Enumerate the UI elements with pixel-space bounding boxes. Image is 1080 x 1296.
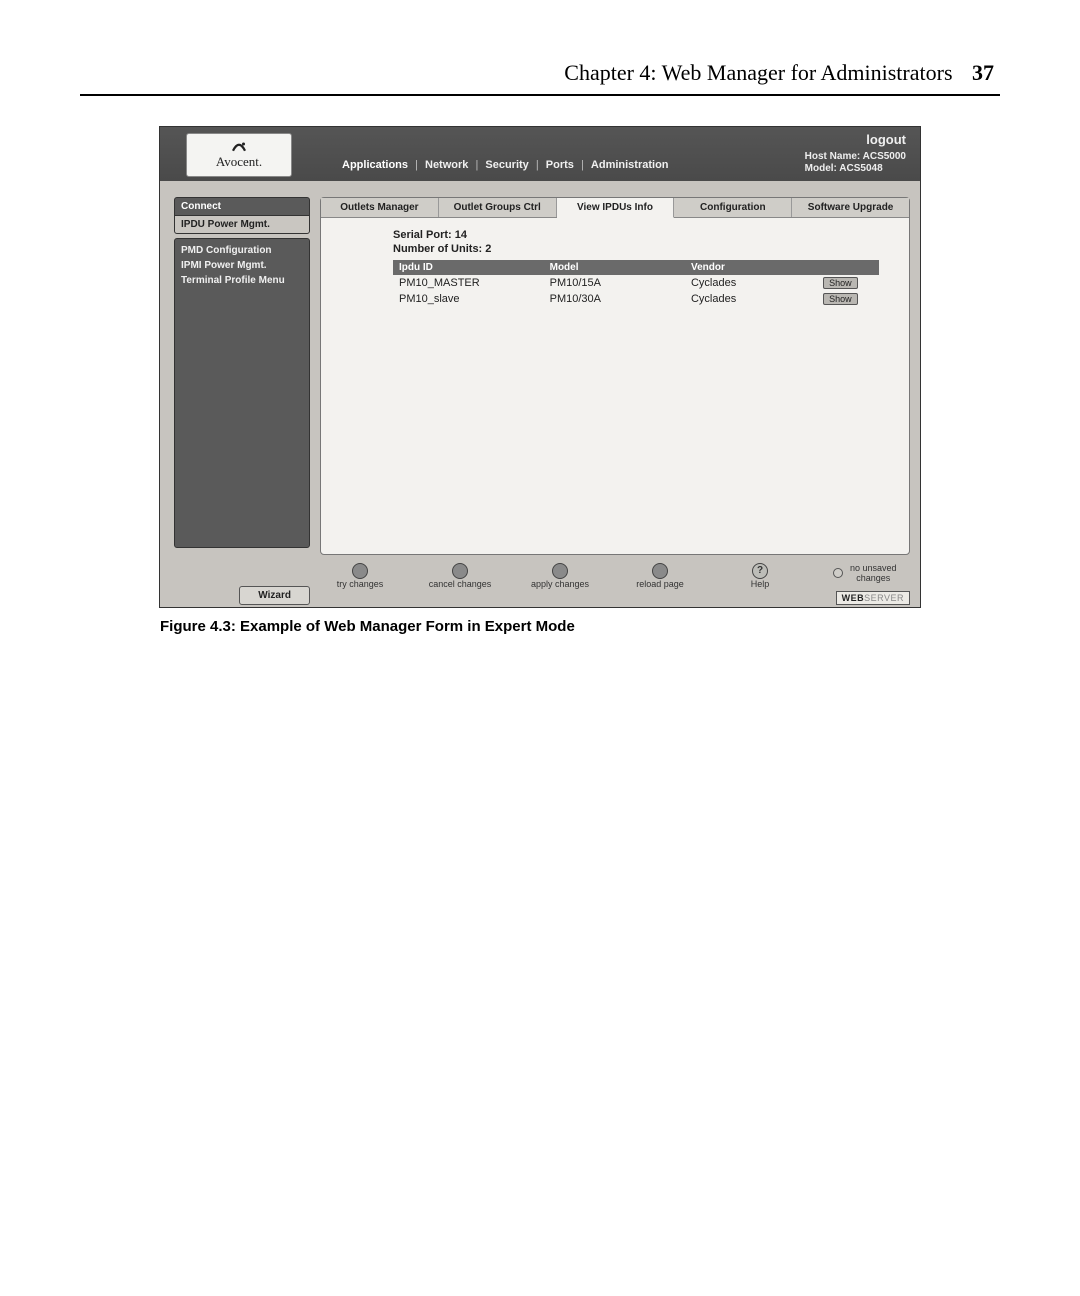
brand-text: Avocent. bbox=[216, 154, 262, 170]
brand-logo: Avocent. bbox=[186, 133, 292, 177]
tab-configuration[interactable]: Configuration bbox=[674, 198, 792, 217]
tab-view-ipdus[interactable]: View IPDUs Info bbox=[557, 198, 675, 218]
dot-icon bbox=[552, 563, 568, 579]
page-header: Chapter 4: Web Manager for Administrator… bbox=[80, 60, 1000, 86]
dot-icon bbox=[352, 563, 368, 579]
info-block: Serial Port: 14 Number of Units: 2 bbox=[321, 218, 909, 260]
sidebar-tab-connect[interactable]: Connect bbox=[174, 197, 310, 216]
main-nav: Applications | Network | Security | Port… bbox=[340, 159, 671, 171]
try-changes-button[interactable]: try changes bbox=[320, 563, 400, 589]
show-button[interactable]: Show bbox=[823, 293, 858, 305]
cell-model: PM10/30A bbox=[544, 291, 685, 307]
bottom-bar: try changes cancel changes apply changes… bbox=[320, 557, 910, 589]
dot-icon bbox=[652, 563, 668, 579]
top-bar: Avocent. logout Host Name: ACS5000 Model… bbox=[160, 127, 920, 181]
nav-applications[interactable]: Applications bbox=[342, 159, 408, 171]
tab-outlets-manager[interactable]: Outlets Manager bbox=[321, 198, 439, 217]
reload-page-button[interactable]: reload page bbox=[620, 563, 700, 589]
model-name: Model: ACS5048 bbox=[805, 163, 906, 175]
cell-id: PM10_slave bbox=[393, 291, 544, 307]
cell-vendor: Cyclades bbox=[685, 275, 817, 291]
tab-software-upgrade[interactable]: Software Upgrade bbox=[792, 198, 909, 217]
host-name: Host Name: ACS5000 bbox=[805, 151, 906, 163]
nav-administration[interactable]: Administration bbox=[591, 159, 669, 171]
table-row: PM10_slave PM10/30A Cyclades Show bbox=[393, 291, 879, 307]
ipdu-table: Ipdu ID Model Vendor PM10_MASTER PM10/15… bbox=[393, 260, 879, 307]
webserver-badge: WEBSERVER bbox=[836, 591, 910, 605]
units-label: Number of Units: 2 bbox=[393, 242, 909, 256]
cell-id: PM10_MASTER bbox=[393, 275, 544, 291]
apply-changes-button[interactable]: apply changes bbox=[520, 563, 600, 589]
figure-caption: Figure 4.3: Example of Web Manager Form … bbox=[160, 618, 575, 635]
header-rule bbox=[80, 94, 1000, 96]
sidebar-item-ipmi[interactable]: IPMI Power Mgmt. bbox=[181, 258, 303, 273]
help-icon: ? bbox=[752, 563, 768, 579]
page-number: 37 bbox=[972, 60, 994, 85]
nav-security[interactable]: Security bbox=[485, 159, 528, 171]
table-row: PM10_MASTER PM10/15A Cyclades Show bbox=[393, 275, 879, 291]
serial-port-label: Serial Port: 14 bbox=[393, 228, 909, 242]
cell-vendor: Cyclades bbox=[685, 291, 817, 307]
help-button[interactable]: ? Help bbox=[720, 563, 800, 589]
status-dot-icon bbox=[833, 568, 843, 578]
table-header: Ipdu ID Model Vendor bbox=[393, 260, 879, 275]
tab-outlet-groups[interactable]: Outlet Groups Ctrl bbox=[439, 198, 557, 217]
nav-network[interactable]: Network bbox=[425, 159, 468, 171]
show-button[interactable]: Show bbox=[823, 277, 858, 289]
col-ipdu-id: Ipdu ID bbox=[393, 260, 544, 275]
chapter-title: Chapter 4: Web Manager for Administrator… bbox=[564, 60, 952, 85]
dot-icon bbox=[452, 563, 468, 579]
logo-icon bbox=[230, 140, 248, 154]
wizard-button[interactable]: Wizard bbox=[239, 586, 310, 605]
col-model: Model bbox=[544, 260, 685, 275]
sidebar-tab-ipdu[interactable]: IPDU Power Mgmt. bbox=[174, 215, 310, 234]
col-vendor: Vendor bbox=[685, 260, 817, 275]
logout-link[interactable]: logout bbox=[866, 132, 906, 147]
cell-model: PM10/15A bbox=[544, 275, 685, 291]
sidebar-item-terminal[interactable]: Terminal Profile Menu bbox=[181, 273, 303, 288]
screenshot: Avocent. logout Host Name: ACS5000 Model… bbox=[159, 126, 921, 608]
subtab-bar: Outlets Manager Outlet Groups Ctrl View … bbox=[321, 198, 909, 218]
host-info: Host Name: ACS5000 Model: ACS5048 bbox=[805, 151, 906, 175]
sidebar-item-pmd[interactable]: PMD Configuration bbox=[181, 243, 303, 258]
sidebar-panel: PMD Configuration IPMI Power Mgmt. Termi… bbox=[174, 238, 310, 548]
unsaved-status: no unsaved changes bbox=[820, 563, 910, 583]
content-area: Outlets Manager Outlet Groups Ctrl View … bbox=[320, 197, 910, 555]
sidebar: Connect IPDU Power Mgmt. PMD Configurati… bbox=[174, 197, 310, 605]
nav-ports[interactable]: Ports bbox=[546, 159, 574, 171]
cancel-changes-button[interactable]: cancel changes bbox=[420, 563, 500, 589]
